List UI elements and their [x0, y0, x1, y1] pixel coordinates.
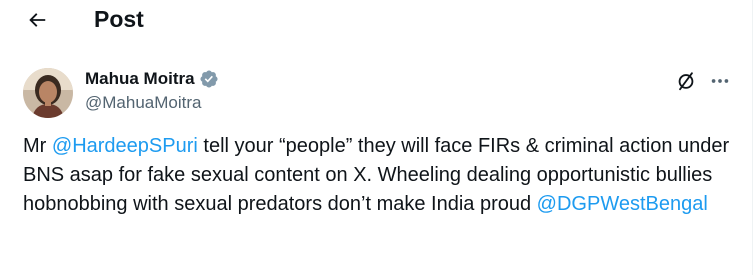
more-options-button[interactable] [708, 69, 732, 93]
tweet-text: Mr @HardeepSPuri tell your “people” they… [23, 132, 735, 219]
author-handle[interactable]: @MahuaMoitra [85, 92, 219, 114]
tweet-text-segment: Mr [23, 135, 52, 157]
back-arrow-icon [29, 13, 46, 27]
page-title: Post [94, 6, 144, 32]
verified-badge-icon [199, 69, 219, 89]
name-row: Mahua Moitra [85, 67, 219, 91]
back-button[interactable] [22, 5, 52, 35]
author-info: Mahua Moitra @MahuaMoitra [85, 67, 219, 114]
post-page: Post Mahua Moitra @MahuaMoitra Mr @Harde… [0, 0, 753, 275]
mention-link-dgpwestbengal[interactable]: @DGPWestBengal [537, 193, 708, 215]
mention-link-hardeepspuri[interactable]: @HardeepSPuri [52, 135, 198, 157]
more-dots-icon [711, 79, 729, 83]
grok-icon [678, 72, 694, 91]
avatar[interactable] [23, 68, 73, 118]
post-header: Post [0, 0, 752, 40]
grok-button[interactable] [674, 69, 698, 93]
author-display-name[interactable]: Mahua Moitra [85, 69, 195, 89]
avatar-image [23, 68, 73, 118]
